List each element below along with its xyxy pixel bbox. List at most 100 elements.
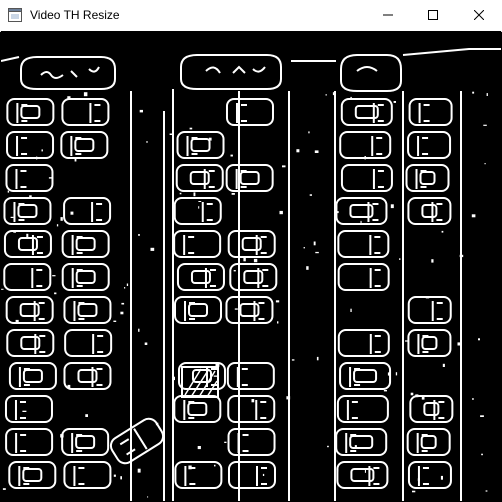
noise-speck [208, 137, 212, 141]
noise-speck [253, 258, 258, 263]
noise-speck [364, 469, 366, 473]
noise-speck [440, 475, 443, 480]
noise-speck [214, 464, 216, 467]
noise-speck [243, 257, 246, 262]
noise-speck [70, 211, 74, 215]
noise-speck [431, 259, 434, 263]
noise-speck [85, 414, 88, 417]
noise-speck [364, 156, 366, 160]
noise-speck [126, 283, 129, 286]
noise-speck [410, 392, 414, 396]
noise-speck [314, 150, 319, 153]
noise-speck [29, 195, 32, 198]
noise-speck [189, 127, 193, 130]
minimize-button[interactable] [365, 0, 411, 31]
noise-speck [309, 194, 312, 196]
noise-speck [188, 465, 192, 470]
app-window-icon [8, 8, 22, 22]
noise-speck [275, 300, 280, 303]
noise-speck [459, 254, 464, 258]
noise-speck [41, 149, 43, 152]
maximize-button[interactable] [410, 0, 456, 31]
noise-speck [172, 347, 174, 350]
noise-speck [121, 302, 125, 305]
noise-speck [224, 441, 227, 443]
thresholded-parking-lot-frame [1, 31, 501, 501]
noise-speck [425, 296, 430, 299]
noise-speck [197, 446, 201, 450]
noise-speck [146, 141, 148, 143]
noise-speck [327, 445, 329, 448]
noise-speck [279, 210, 283, 215]
noise-speck [442, 363, 445, 367]
noise-speck [306, 266, 309, 270]
noise-speck [74, 159, 77, 162]
noise-speck [139, 109, 143, 113]
noise-speck [7, 190, 10, 193]
noise-speck [472, 91, 475, 94]
noise-speck [137, 468, 141, 473]
noise-speck [471, 214, 476, 218]
noise-speck [198, 201, 202, 202]
noise-speck [67, 384, 71, 389]
noise-speck [335, 211, 339, 214]
noise-speck [308, 131, 310, 134]
noise-speck [282, 165, 286, 168]
noise-speck [163, 298, 165, 301]
noise-speck [325, 94, 327, 96]
noise-speck [120, 311, 124, 315]
noise-speck [113, 320, 117, 322]
noise-speck [124, 287, 126, 289]
noise-speck [415, 394, 419, 398]
noise-speck [60, 434, 64, 438]
noise-speck [1, 288, 4, 290]
noise-speck [144, 342, 148, 345]
noise-speck [480, 415, 484, 417]
noise-speck [360, 220, 362, 224]
app-window: Video TH Resize [0, 0, 502, 502]
noise-speck [457, 342, 461, 346]
noise-speck [36, 156, 38, 160]
maximize-icon [428, 7, 438, 25]
noise-speck [286, 396, 291, 400]
noise-speck [179, 192, 182, 195]
noise-speck [147, 496, 149, 498]
video-frame-area [1, 31, 501, 501]
noise-speck [336, 468, 339, 472]
noise-speck [230, 154, 233, 157]
noise-speck [220, 314, 222, 318]
close-button[interactable] [456, 0, 502, 31]
noise-speck [350, 96, 352, 99]
noise-speck [399, 258, 401, 260]
noise-speck [231, 193, 235, 195]
noise-speck [60, 217, 63, 221]
noise-speck [472, 398, 474, 400]
close-icon [473, 7, 485, 25]
noise-speck [313, 241, 316, 246]
noise-speck [26, 233, 29, 238]
noise-speck [198, 206, 200, 209]
noise-speck [481, 453, 483, 456]
noise-speck [395, 372, 398, 376]
noise-speck [52, 275, 56, 277]
noise-speck [303, 247, 305, 249]
noise-speck [486, 93, 488, 96]
noise-speck [193, 192, 196, 197]
noise-speck [316, 356, 319, 361]
noise-speck [213, 375, 217, 377]
noise-speck [234, 308, 238, 310]
title-bar[interactable]: Video TH Resize [0, 0, 502, 32]
noise-speck [83, 92, 88, 97]
noise-speck [417, 478, 420, 481]
noise-speck [390, 204, 394, 209]
noise-speck [56, 224, 59, 227]
noise-speck [485, 490, 488, 492]
noise-speck [332, 92, 335, 96]
noise-speck [393, 101, 396, 103]
noise-speck [67, 96, 71, 100]
noise-speck [138, 234, 140, 236]
window-title: Video TH Resize [30, 8, 120, 22]
noise-speck [251, 399, 255, 403]
noise-speck [120, 476, 122, 480]
noise-speck [315, 251, 319, 254]
